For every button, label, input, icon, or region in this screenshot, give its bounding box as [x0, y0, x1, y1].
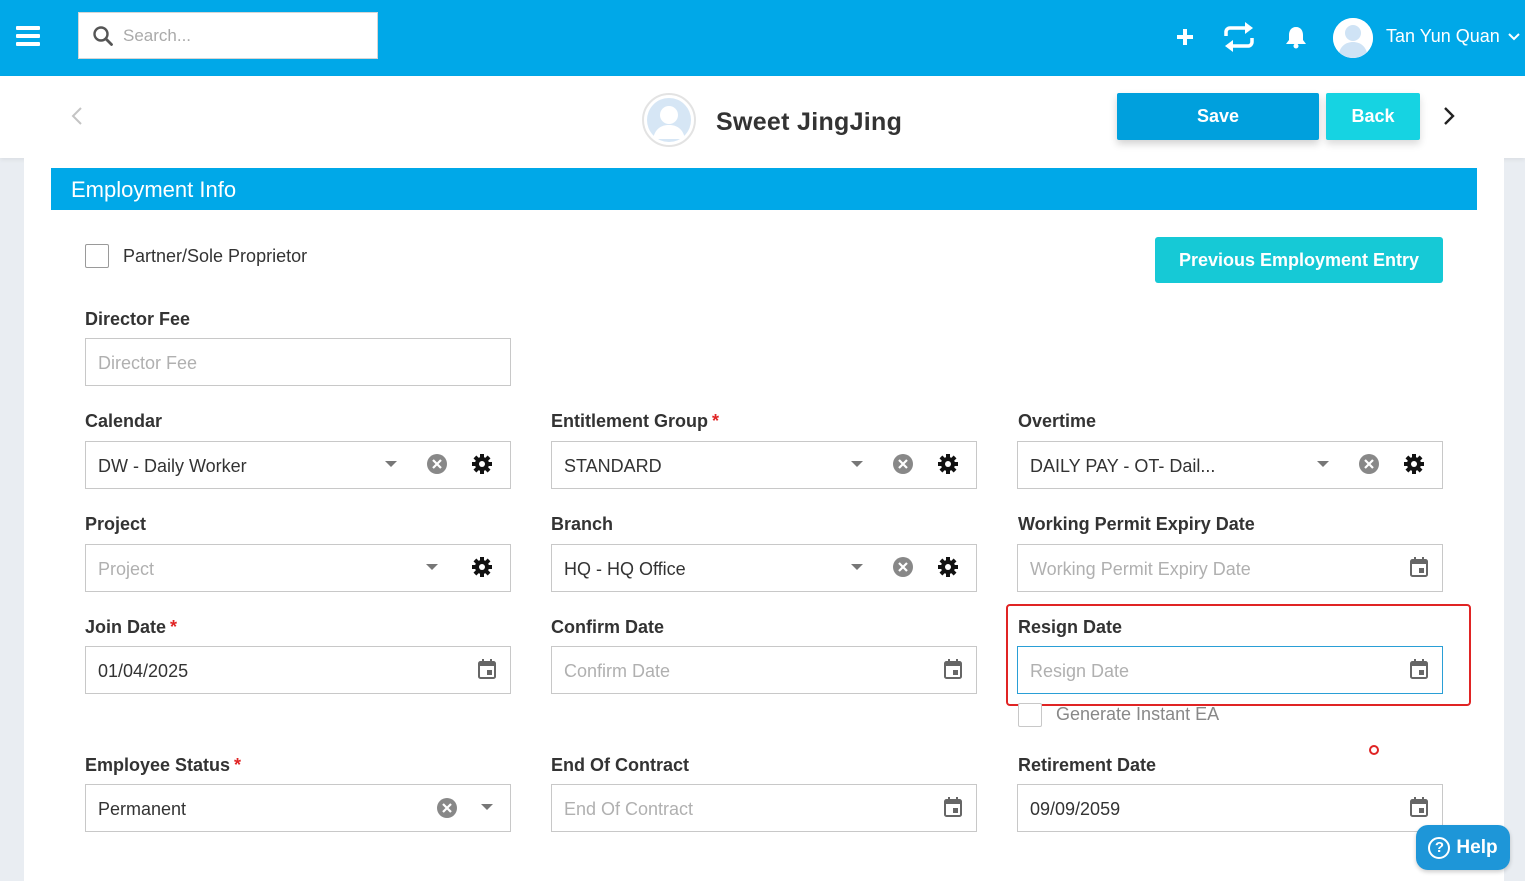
user-avatar[interactable] — [1333, 18, 1373, 58]
gear-icon[interactable] — [1404, 454, 1424, 474]
join-date-input[interactable]: 01/04/2025 — [85, 646, 511, 694]
confirm-date-label: Confirm Date — [551, 617, 665, 637]
back-button[interactable]: Back — [1326, 93, 1420, 140]
clear-icon[interactable] — [436, 797, 458, 819]
bell-icon[interactable] — [1285, 25, 1307, 49]
clear-icon[interactable] — [1358, 453, 1380, 475]
overtime-label: Overtime — [1018, 411, 1097, 431]
search-input[interactable] — [123, 21, 368, 51]
next-employee-icon[interactable] — [1441, 106, 1457, 126]
partner-checkbox[interactable] — [85, 244, 109, 268]
menu-icon[interactable] — [16, 26, 40, 46]
calendar-label: Calendar — [85, 411, 163, 431]
gear-icon[interactable] — [938, 557, 958, 577]
chevron-down-icon — [1508, 33, 1520, 41]
caret-down-icon[interactable] — [385, 461, 397, 469]
save-button[interactable]: Save — [1117, 93, 1319, 140]
resign-date-placeholder: Resign Date — [1030, 661, 1130, 681]
retirement-date-input[interactable]: 09/09/2059 — [1017, 784, 1443, 832]
retirement-date-value: 09/09/2059 — [1030, 799, 1121, 819]
help-button[interactable]: ? Help — [1416, 825, 1510, 870]
clear-icon[interactable] — [426, 453, 448, 475]
resign-date-label: Resign Date — [1018, 617, 1123, 637]
project-select[interactable]: Project — [85, 544, 511, 592]
branch-label: Branch — [551, 514, 614, 534]
project-label: Project — [85, 514, 147, 534]
employee-name: Sweet JingJing — [716, 108, 903, 136]
gear-icon[interactable] — [472, 454, 492, 474]
sync-icon[interactable] — [1222, 22, 1256, 52]
calendar-value: DW - Daily Worker — [98, 456, 247, 476]
end-of-contract-input[interactable]: End Of Contract — [551, 784, 977, 832]
plus-icon[interactable] — [1176, 28, 1194, 46]
calendar-icon[interactable] — [944, 797, 962, 817]
calendar-icon[interactable] — [478, 659, 496, 679]
previous-employment-button[interactable]: Previous Employment Entry — [1155, 237, 1443, 283]
caret-down-icon[interactable] — [851, 461, 863, 469]
employee-status-select[interactable]: Permanent — [85, 784, 511, 832]
working-permit-expiry-input[interactable]: Working Permit Expiry Date — [1017, 544, 1443, 592]
join-date-label: Join Date * — [85, 617, 178, 637]
branch-select[interactable]: HQ - HQ Office — [551, 544, 977, 592]
section-header: Employment Info — [51, 168, 1477, 210]
confirm-date-placeholder: Confirm Date — [564, 661, 671, 681]
calendar-icon[interactable] — [1410, 659, 1428, 679]
clear-icon[interactable] — [892, 453, 914, 475]
previous-employee-icon[interactable] — [70, 106, 84, 126]
section-title: Employment Info — [71, 177, 237, 202]
cursor-marker — [1369, 745, 1379, 755]
question-icon: ? — [1428, 836, 1451, 859]
confirm-date-input[interactable]: Confirm Date — [551, 646, 977, 694]
calendar-icon[interactable] — [1410, 557, 1428, 577]
retirement-date-label: Retirement Date — [1018, 755, 1157, 775]
end-of-contract-placeholder: End Of Contract — [564, 799, 694, 819]
entitlement-group-label: Entitlement Group * — [551, 411, 720, 431]
user-silhouette-icon — [647, 98, 691, 142]
caret-down-icon[interactable] — [1317, 461, 1329, 469]
working-permit-expiry-placeholder: Working Permit Expiry Date — [1030, 559, 1251, 579]
search-icon — [93, 26, 113, 46]
caret-down-icon[interactable] — [851, 564, 863, 572]
employee-status-label: Employee Status * — [85, 755, 242, 775]
user-menu[interactable]: Tan Yun Quan — [1386, 26, 1520, 47]
help-label: Help — [1456, 836, 1498, 858]
director-fee-placeholder: Director Fee — [98, 353, 198, 373]
required-marker: * — [712, 411, 720, 431]
calendar-select[interactable]: DW - Daily Worker — [85, 441, 511, 489]
search-box[interactable] — [78, 12, 378, 59]
calendar-icon[interactable] — [944, 659, 962, 679]
required-marker: * — [170, 617, 178, 637]
overtime-select[interactable]: DAILY PAY - OT- Dail... — [1017, 441, 1443, 489]
entitlement-group-value: STANDARD — [564, 456, 662, 476]
generate-ea-checkbox[interactable] — [1018, 703, 1042, 727]
entitlement-group-select[interactable]: STANDARD — [551, 441, 977, 489]
caret-down-icon[interactable] — [426, 564, 438, 572]
partner-label: Partner/Sole Proprietor — [123, 246, 308, 266]
user-silhouette-icon — [1333, 18, 1373, 58]
overtime-value: DAILY PAY - OT- Dail... — [1030, 456, 1216, 476]
end-of-contract-label: End Of Contract — [551, 755, 689, 775]
required-marker: * — [234, 755, 242, 775]
resign-date-input[interactable]: Resign Date — [1017, 646, 1443, 694]
gear-icon[interactable] — [938, 454, 958, 474]
director-fee-input[interactable]: Director Fee — [85, 338, 511, 386]
employee-avatar — [642, 93, 696, 147]
clear-icon[interactable] — [892, 556, 914, 578]
generate-ea-label: Generate Instant EA — [1056, 704, 1220, 724]
working-permit-expiry-label: Working Permit Expiry Date — [1018, 514, 1255, 534]
branch-value: HQ - HQ Office — [564, 559, 686, 579]
join-date-value: 01/04/2025 — [98, 661, 189, 681]
employee-status-value: Permanent — [98, 799, 187, 819]
director-fee-label: Director Fee — [85, 309, 191, 329]
caret-down-icon[interactable] — [481, 804, 493, 812]
calendar-icon[interactable] — [1410, 797, 1428, 817]
gear-icon[interactable] — [472, 557, 492, 577]
project-placeholder: Project — [98, 559, 155, 579]
user-name: Tan Yun Quan — [1386, 26, 1500, 46]
